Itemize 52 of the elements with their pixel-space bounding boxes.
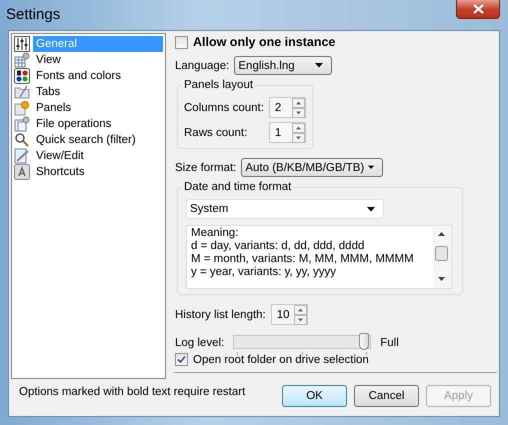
category-item[interactable]: View/Edit: [14, 148, 163, 164]
checkbox-label: Open root folder on drive selection: [193, 354, 369, 366]
close-button[interactable]: [456, 0, 500, 19]
category-item[interactable]: Fonts and colors: [14, 68, 163, 84]
category-item[interactable]: View: [14, 52, 163, 68]
colored-dots-icon: [14, 68, 30, 84]
help-line: y = year, variants: y, yy, yyyy: [191, 266, 337, 279]
field-label: Columns count:: [184, 102, 264, 114]
group-title: Panels layout: [183, 79, 254, 91]
spin-field[interactable]: 10: [270, 304, 308, 325]
category-item[interactable]: Tabs: [14, 84, 163, 100]
dialog-button[interactable]: Cancel: [354, 384, 419, 406]
language-label: Language:: [175, 60, 230, 72]
page-pencil-icon: [14, 148, 30, 164]
grid-gear-icon: [14, 52, 30, 68]
log-level-label: Log level:: [175, 337, 224, 349]
size-format-label: Size format:: [175, 162, 236, 174]
group-title: Date and time format: [183, 181, 292, 193]
search-icon: [14, 132, 30, 148]
pages-gear-icon: [14, 116, 30, 132]
checkbox[interactable]: [175, 36, 188, 48]
log-level-reading: Full: [380, 337, 399, 349]
log-level-slider[interactable]: [233, 331, 372, 355]
language-dropdown[interactable]: English.lng: [234, 56, 332, 75]
sliders-icon: [14, 36, 30, 52]
category-item[interactable]: Quick search (filter): [14, 132, 163, 148]
help-line: M = month, variants: M, MM, MMM, MMMM: [191, 253, 415, 266]
caret-icon: [368, 165, 374, 170]
letter-key-icon: [14, 164, 30, 180]
checkbox-label: Allow only one instance: [193, 35, 336, 49]
history-label: History list length:: [175, 308, 266, 320]
restart-note: Options marked with bold text require restart: [19, 386, 246, 398]
category-item[interactable]: Panels: [14, 100, 163, 116]
close-icon: [472, 4, 484, 14]
folder-icon: [14, 84, 30, 100]
help-line: d = day, variants: d, dd, ddd, dddd: [191, 240, 366, 253]
help-line: Meaning:: [191, 227, 240, 240]
check-icon: [177, 355, 186, 364]
field-label: Raws count:: [184, 126, 248, 138]
dialog-button[interactable]: OK: [282, 384, 347, 406]
checkbox[interactable]: [175, 353, 188, 366]
scrollbar[interactable]: [433, 227, 450, 287]
page-gear-icon: [14, 100, 30, 116]
category-item[interactable]: Shortcuts: [14, 164, 163, 180]
window-title: Settings: [6, 6, 60, 23]
caret-icon: [315, 63, 324, 68]
size-format-dropdown[interactable]: Auto (B/KB/MB/GB/TB): [241, 158, 384, 177]
spin-field[interactable]: 2: [268, 97, 306, 118]
date-format-dropdown[interactable]: System: [186, 199, 384, 219]
category-item[interactable]: File operations: [14, 116, 163, 132]
spin-field[interactable]: 1: [268, 122, 306, 143]
caret-icon: [367, 206, 375, 212]
